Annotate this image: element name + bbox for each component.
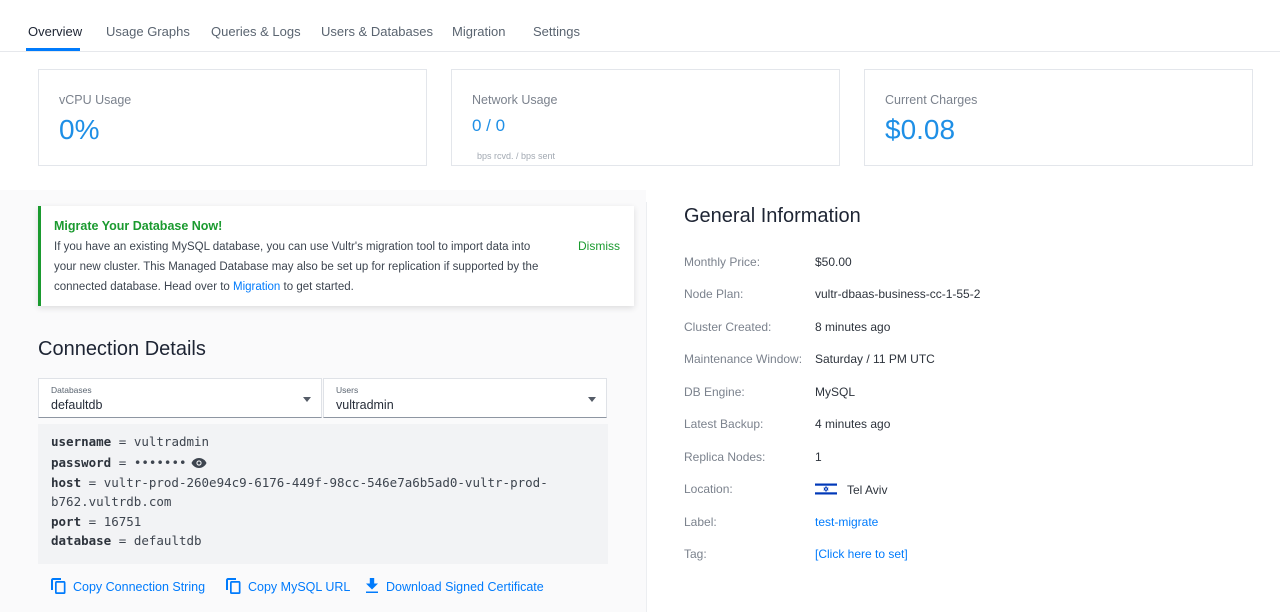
- code-value: 16751: [103, 514, 142, 529]
- overview-content: vCPU Usage 0% Network Usage 0 / 0 bps rc…: [0, 52, 1280, 612]
- connection-details-title: Connection Details: [38, 338, 206, 360]
- current-charges-card: Current Charges $0.08: [864, 69, 1253, 166]
- latest-backup-label: Latest Backup:: [684, 417, 764, 431]
- tab-usage-graphs[interactable]: Usage Graphs: [106, 24, 190, 39]
- tab-users-databases[interactable]: Users & Databases: [321, 24, 433, 39]
- network-usage-card: Network Usage 0 / 0 bps rcvd. / bps sent: [451, 69, 840, 166]
- db-engine-value: MySQL: [815, 385, 856, 399]
- israel-flag-icon: [815, 482, 837, 496]
- replica-nodes-value: 1: [815, 450, 822, 464]
- alert-title: Migrate Your Database Now!: [54, 219, 223, 233]
- node-plan-label: Node Plan:: [684, 287, 744, 301]
- tag-label: Tag:: [684, 547, 707, 561]
- card-value: 0 / 0: [472, 116, 506, 135]
- node-plan-value: vultr-dbaas-business-cc-1-55-2: [815, 287, 981, 301]
- alert-text: If you have an existing MySQL database, …: [54, 237, 554, 297]
- code-eq: =: [88, 475, 97, 490]
- migration-alert: Migrate Your Database Now! If you have a…: [38, 206, 634, 306]
- select-label: Databases: [51, 385, 92, 395]
- active-tab-indicator: [26, 48, 80, 51]
- location-name: Tel Aviv: [847, 483, 888, 497]
- select-value: vultradmin: [336, 398, 394, 412]
- code-key: database: [51, 533, 112, 548]
- code-eq: =: [88, 514, 97, 529]
- databases-select[interactable]: Databases defaultdb: [38, 378, 322, 418]
- tab-bar: Overview Usage Graphs Queries & Logs Use…: [0, 0, 1280, 52]
- card-value: $0.08: [885, 114, 956, 145]
- general-information-title: General Information: [684, 205, 861, 227]
- host-line-cont: b762.vultrdb.com: [51, 494, 172, 509]
- download-signed-certificate-button[interactable]: Download Signed Certificate: [364, 577, 544, 597]
- code-value: defaultdb: [133, 533, 202, 548]
- tab-queries-logs[interactable]: Queries & Logs: [211, 24, 301, 39]
- latest-backup-value: 4 minutes ago: [815, 417, 891, 431]
- users-select[interactable]: Users vultradmin: [323, 378, 607, 418]
- show-password-icon[interactable]: [191, 457, 207, 472]
- action-label: Copy MySQL URL: [248, 580, 351, 594]
- code-value: vultradmin: [133, 434, 210, 449]
- alert-body-end: to get started.: [283, 281, 354, 293]
- cluster-created-label: Cluster Created:: [684, 320, 772, 334]
- code-key: port: [51, 514, 82, 529]
- password-value: •••••••: [133, 455, 187, 470]
- select-value: defaultdb: [51, 398, 103, 412]
- label-value-link[interactable]: test-migrate: [815, 515, 878, 529]
- card-value: 0%: [59, 114, 100, 145]
- card-title: Network Usage: [472, 93, 558, 107]
- username-line: username = vultradmin: [51, 434, 209, 449]
- card-subtitle: bps rcvd. / bps sent: [477, 151, 556, 161]
- card-title: Current Charges: [885, 93, 978, 107]
- password-line: password = •••••••: [51, 455, 207, 472]
- replica-nodes-label: Replica Nodes:: [684, 450, 766, 464]
- tab-settings[interactable]: Settings: [533, 24, 580, 39]
- cluster-created-value: 8 minutes ago: [815, 320, 891, 334]
- location-value: Tel Aviv: [815, 482, 887, 497]
- copy-connection-string-button[interactable]: Copy Connection String: [50, 577, 205, 597]
- vcpu-usage-card: vCPU Usage 0%: [38, 69, 427, 166]
- code-value: vultr-prod-260e94c9-6176-449f-98cc-546e7…: [103, 475, 548, 490]
- tab-migration[interactable]: Migration: [452, 24, 505, 39]
- code-key: username: [51, 434, 112, 449]
- tab-overview[interactable]: Overview: [28, 24, 82, 39]
- action-label: Copy Connection String: [73, 580, 206, 594]
- dropdown-arrow-icon: [303, 397, 311, 402]
- dropdown-arrow-icon: [588, 397, 596, 402]
- monthly-price-label: Monthly Price:: [684, 255, 761, 269]
- connection-credentials: username = vultradmin password = •••••••…: [38, 424, 608, 564]
- code-key: host: [51, 475, 82, 490]
- code-eq: =: [118, 533, 127, 548]
- select-label: Users: [336, 385, 359, 395]
- host-line: host = vultr-prod-260e94c9-6176-449f-98c…: [51, 475, 548, 490]
- location-label: Location:: [684, 482, 733, 496]
- set-tag-link[interactable]: [Click here to set]: [815, 547, 908, 561]
- code-key: password: [51, 455, 112, 470]
- label-label: Label:: [684, 515, 717, 529]
- monthly-price-value: $50.00: [815, 255, 852, 269]
- maintenance-window-label: Maintenance Window:: [684, 352, 803, 366]
- column-divider: [646, 202, 647, 612]
- copy-icon: [50, 577, 67, 598]
- db-engine-label: DB Engine:: [684, 385, 745, 399]
- card-title: vCPU Usage: [59, 93, 132, 107]
- dismiss-button[interactable]: Dismiss: [578, 239, 620, 253]
- code-eq: =: [118, 455, 127, 470]
- download-icon: [364, 577, 380, 598]
- maintenance-window-value: Saturday / 11 PM UTC: [815, 352, 935, 366]
- port-line: port = 16751: [51, 514, 141, 529]
- action-label: Download Signed Certificate: [386, 580, 544, 594]
- copy-icon: [225, 577, 242, 598]
- migration-link[interactable]: Migration: [233, 281, 280, 293]
- copy-mysql-url-button[interactable]: Copy MySQL URL: [225, 577, 350, 597]
- code-eq: =: [118, 434, 127, 449]
- database-line: database = defaultdb: [51, 533, 202, 548]
